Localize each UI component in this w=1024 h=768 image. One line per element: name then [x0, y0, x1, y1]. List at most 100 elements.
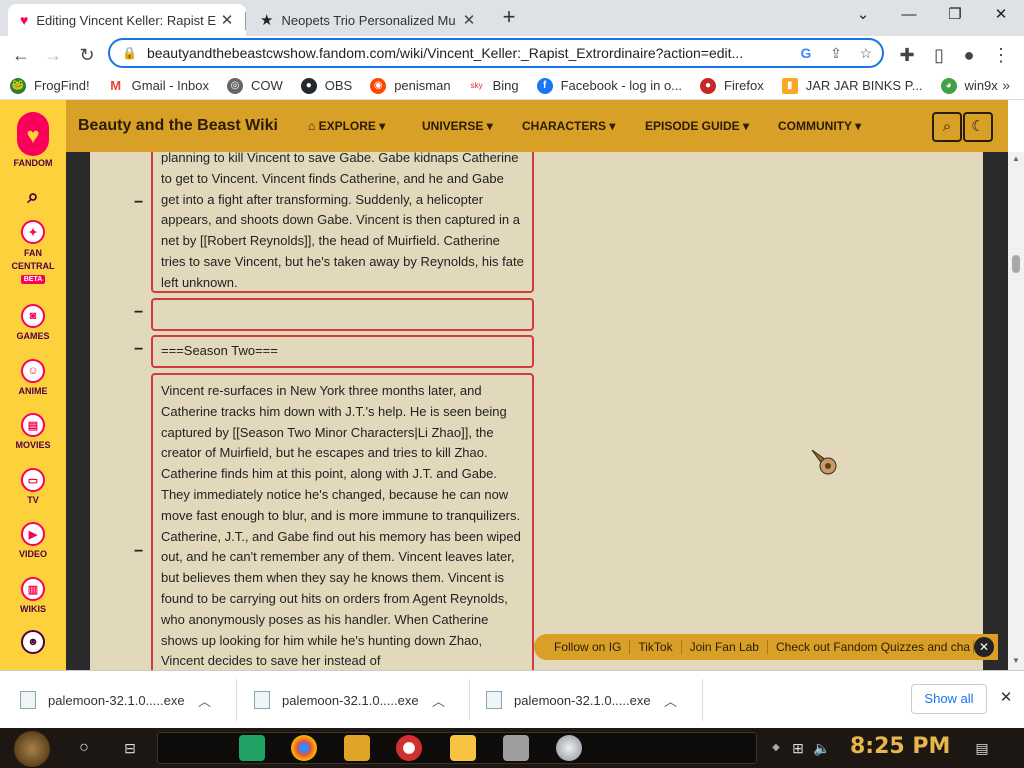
download-item[interactable]: palemoon-32.1.0.....exe ︿: [0, 671, 232, 729]
reload-button[interactable]: ↻: [74, 42, 100, 68]
nav-label: EXPLORE: [318, 119, 376, 133]
network-icon[interactable]: ⊞: [786, 736, 810, 760]
task-view-icon[interactable]: ⊟: [118, 736, 142, 760]
google-icon[interactable]: G: [795, 45, 817, 61]
wiki-search-button[interactable]: ⌕: [932, 112, 962, 142]
restore-button[interactable]: ❐: [932, 0, 978, 32]
page-scrollbar[interactable]: ▲ ▼: [1008, 152, 1024, 670]
nav-community[interactable]: COMMUNITY ▾: [778, 119, 861, 133]
app-icon[interactable]: [503, 735, 529, 761]
taskbar: ○ ⊟ ◆ ⊞ 🔈 8:25 PM ▤: [0, 728, 1024, 768]
bookmark-icon: ▮: [781, 77, 798, 94]
social-bar: Follow on IG TikTok Join Fan Lab Check o…: [534, 634, 998, 660]
tray-overflow-icon[interactable]: ◆: [764, 736, 788, 760]
wiki-name[interactable]: Beauty and the Beast Wiki: [78, 117, 278, 135]
clock[interactable]: 8:25 PM: [850, 734, 950, 759]
forward-button[interactable]: →: [40, 42, 66, 68]
search-icon[interactable]: ⌕: [0, 186, 66, 209]
bookmark-win9x[interactable]: ◕ win9x: [940, 77, 998, 94]
tab-neopets[interactable]: ★ Neopets Trio Personalized Mu ✕: [248, 4, 488, 36]
chrome-app-icon[interactable]: [291, 735, 317, 761]
new-tab-button[interactable]: +: [498, 6, 520, 28]
rail-video[interactable]: ▶ VIDEO: [0, 522, 66, 559]
bookmark-gmail[interactable]: M Gmail - Inbox: [107, 77, 209, 94]
sticky-app-icon[interactable]: [450, 735, 476, 761]
rail-fan-central[interactable]: ✦ FAN CENTRAL BETA: [0, 220, 66, 284]
bookmark-frogfind[interactable]: 🐸 FrogFind!: [10, 77, 90, 94]
orb-app-icon[interactable]: [556, 735, 582, 761]
rail-tv[interactable]: ▭ TV: [0, 468, 66, 505]
bookmark-label: COW: [250, 78, 283, 93]
tab-editing-vincent[interactable]: ♥ Editing Vincent Keller: Rapist E ✕: [8, 4, 246, 36]
bookmark-facebook[interactable]: f Facebook - log in o...: [536, 77, 682, 94]
chrome-icon: ◕: [940, 77, 957, 94]
close-window-button[interactable]: ✕: [978, 0, 1024, 32]
bookmark-penisman[interactable]: ◉ penisman: [370, 77, 451, 94]
menu-icon[interactable]: ⋮: [988, 42, 1014, 68]
extensions-icon[interactable]: ✚: [894, 42, 920, 68]
rail-wikis[interactable]: ▥ WIKIS: [0, 577, 66, 614]
url-text[interactable]: beautyandthebeastcwshow.fandom.com/wiki/…: [147, 45, 787, 61]
bookmark-label: Gmail - Inbox: [131, 78, 209, 93]
chevron-up-icon[interactable]: ︿: [432, 691, 445, 710]
chevron-up-icon[interactable]: ︿: [198, 691, 211, 710]
download-item[interactable]: palemoon-32.1.0.....exe ︿: [234, 671, 466, 729]
tab-search-button[interactable]: ⌄: [840, 0, 886, 32]
file-explorer-icon[interactable]: [344, 735, 370, 761]
download-item[interactable]: palemoon-32.1.0.....exe ︿: [466, 671, 698, 729]
sheets-app-icon[interactable]: [239, 735, 265, 761]
diff-minus-marker: −: [134, 543, 144, 560]
rail-label: GAMES: [16, 331, 50, 341]
address-bar[interactable]: 🔒 beautyandthebeastcwshow.fandom.com/wik…: [108, 38, 884, 68]
close-icon[interactable]: ✕: [974, 637, 994, 657]
rail-movies[interactable]: ▤ MOVIES: [0, 413, 66, 450]
share-icon[interactable]: ⇪: [825, 45, 847, 62]
profile-avatar[interactable]: ●: [956, 42, 982, 68]
browser-app-icon[interactable]: [396, 735, 422, 761]
close-tab-icon[interactable]: ✕: [460, 11, 478, 29]
close-downloads-icon[interactable]: ✕: [997, 688, 1015, 706]
volume-muted-icon[interactable]: 🔈: [810, 736, 834, 760]
notifications-icon[interactable]: ▤: [970, 736, 994, 760]
scroll-down-icon[interactable]: ▼: [1008, 656, 1024, 665]
show-all-downloads-button[interactable]: Show all: [911, 684, 987, 714]
start-button[interactable]: [14, 731, 50, 767]
diff-removed-block[interactable]: Vincent re-surfaces in New York three mo…: [151, 373, 534, 670]
bookmark-obs[interactable]: ● OBS: [300, 77, 352, 94]
diff-removed-block[interactable]: [151, 298, 534, 331]
rail-anime[interactable]: ☺ ANIME: [0, 359, 66, 396]
fandom-logo[interactable]: ♥ FANDOM: [0, 112, 66, 168]
scroll-thumb[interactable]: [1012, 255, 1020, 273]
follow-ig-link[interactable]: Follow on IG: [546, 640, 631, 654]
close-tab-icon[interactable]: ✕: [218, 11, 236, 29]
bookmark-jarjar[interactable]: ▮ JAR JAR BINKS P...: [781, 77, 923, 94]
nav-characters[interactable]: CHARACTERS ▾: [522, 119, 615, 133]
diff-removed-block[interactable]: ===Season Two===: [151, 335, 534, 368]
more-bookmarks-icon[interactable]: »: [1002, 77, 1010, 93]
bookmark-bing[interactable]: sky Bing: [468, 77, 519, 94]
back-button[interactable]: ←: [8, 42, 34, 68]
join-fan-lab-link[interactable]: Join Fan Lab: [682, 640, 768, 654]
scroll-up-icon[interactable]: ▲: [1008, 154, 1024, 163]
user-account-icon[interactable]: ☻: [0, 630, 66, 657]
search-icon[interactable]: ○: [72, 736, 96, 760]
bookmark-star-icon[interactable]: ☆: [855, 45, 877, 62]
fandom-quizzes-link[interactable]: Check out Fandom Quizzes and cha: [768, 640, 974, 654]
nav-universe[interactable]: UNIVERSE ▾: [422, 119, 493, 133]
download-filename: palemoon-32.1.0.....exe: [282, 692, 419, 708]
diff-removed-block[interactable]: planning to kill Vincent to save Gabe. G…: [151, 152, 534, 293]
theme-toggle-button[interactable]: ☾: [963, 112, 993, 142]
lock-icon[interactable]: 🔒: [122, 46, 137, 60]
bookmark-cow[interactable]: ◎ COW: [226, 77, 283, 94]
side-panel-icon[interactable]: ▯: [926, 42, 952, 68]
star-icon: ★: [260, 12, 274, 29]
nav-explore[interactable]: ⌂ EXPLORE ▾: [308, 119, 385, 133]
exe-file-icon: [486, 691, 502, 709]
rocket-icon: ✦: [21, 220, 45, 244]
nav-episode-guide[interactable]: EPISODE GUIDE ▾: [645, 119, 749, 133]
chevron-up-icon[interactable]: ︿: [664, 691, 677, 710]
tiktok-link[interactable]: TikTok: [630, 640, 682, 654]
rail-games[interactable]: ◙ GAMES: [0, 304, 66, 341]
bookmark-firefox[interactable]: ● Firefox: [700, 77, 764, 94]
minimize-button[interactable]: —: [886, 0, 932, 32]
